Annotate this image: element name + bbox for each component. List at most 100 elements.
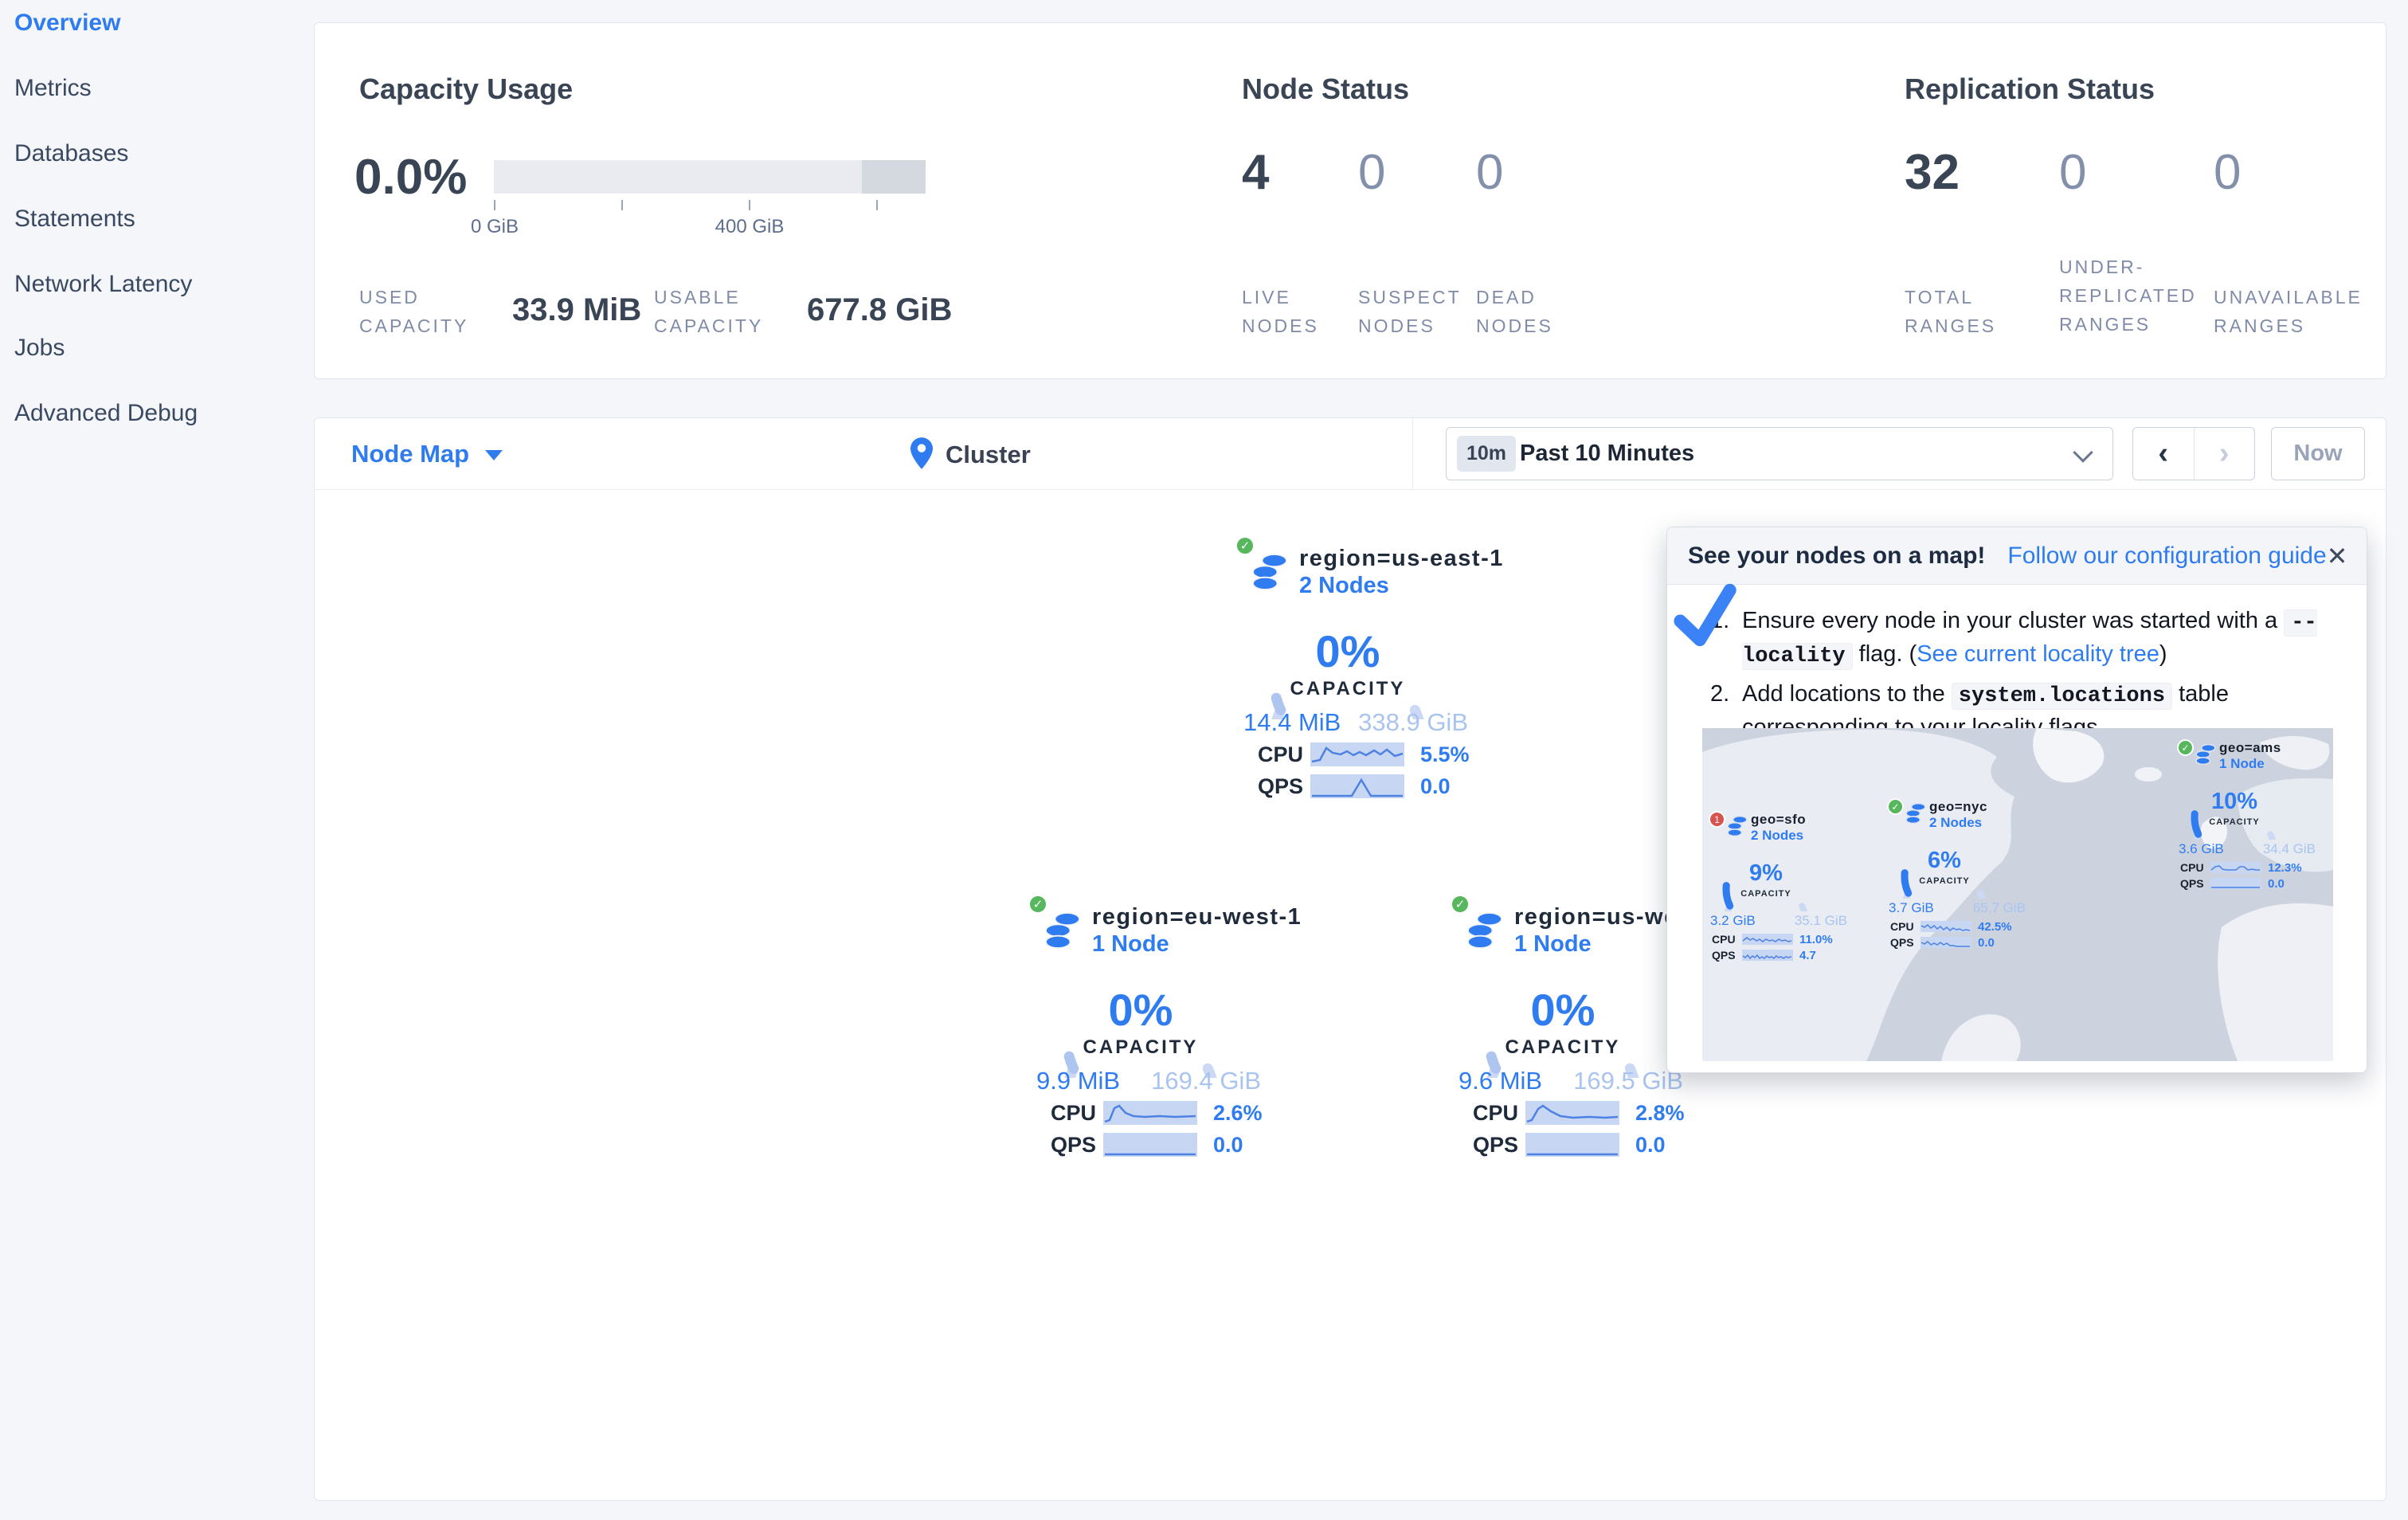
region-label: geo=ams <box>2219 740 2281 755</box>
qps-sparkline <box>2210 878 2261 889</box>
capacity-label: CAPACITY <box>1083 1036 1199 1058</box>
qps-row: QPS 0.0 <box>2180 876 2322 891</box>
usable-capacity-label: USABLE CAPACITY <box>654 287 764 336</box>
axis-tick <box>876 200 878 210</box>
region-nodes-label: 2 Nodes <box>1929 815 1983 830</box>
axis-tick <box>621 200 623 210</box>
qps-value: 0.0 <box>2268 876 2285 891</box>
region-nodes-link[interactable]: 2 Nodes <box>1299 573 1389 599</box>
capacity-label: CAPACITY <box>1919 876 1970 886</box>
healthy-check-badge: ✓ <box>1451 895 1470 914</box>
axis-tick-label: 0 GiB <box>470 216 519 237</box>
chevron-down-icon <box>2073 442 2093 463</box>
capacity-bar-other-segment <box>862 160 926 194</box>
cpu-label: CPU <box>2180 861 2204 874</box>
cpu-label: CPU <box>1712 933 1736 946</box>
cpu-label: CPU <box>1890 920 1914 933</box>
configuration-guide-link[interactable]: Follow our configuration guide <box>2007 543 2326 570</box>
sidebar-item-advanced-debug[interactable]: Advanced Debug <box>14 400 198 427</box>
sidebar-item-statements[interactable]: Statements <box>14 206 135 233</box>
total-ranges-label: TOTAL RANGES <box>1905 287 1997 336</box>
region-nodes-link[interactable]: 1 Node <box>1092 931 1169 958</box>
cpu-row: CPU 42.5% <box>1890 919 2032 934</box>
qps-sparkline <box>1742 950 1793 961</box>
preview-region-geo-sfo: 1 geo=sfo 2 Nodes 9% CAPACITY 3.2 GiB 35… <box>1709 811 1854 966</box>
cpu-value: 2.8% <box>1635 1100 1685 1125</box>
used-capacity-label: USED CAPACITY <box>359 287 469 336</box>
dead-nodes-count: 0 <box>1476 145 1504 200</box>
qps-label: QPS <box>1258 774 1304 798</box>
sidebar-item-jobs[interactable]: Jobs <box>14 335 65 362</box>
used-capacity: 9.6 MiB <box>1459 1067 1543 1095</box>
qps-row: QPS 0.0 <box>1890 934 2032 950</box>
time-range-label: Past 10 Minutes <box>1520 441 1695 466</box>
capacity-gauge: 9% CAPACITY <box>1720 848 1812 966</box>
node-status-title: Node Status <box>1242 72 1410 105</box>
total-capacity: 65.7 GiB <box>1972 900 2026 915</box>
view-mode-dropdown[interactable]: Node Map <box>351 440 503 468</box>
sidebar-item-overview[interactable]: Overview <box>14 10 120 37</box>
cpu-label: CPU <box>1473 1100 1519 1125</box>
unavailable-count: 0 <box>2214 145 2242 200</box>
cpu-sparkline <box>1921 921 1971 932</box>
cpu-label: CPU <box>1258 742 1304 766</box>
locality-tree-link[interactable]: See current locality tree <box>1917 641 2159 667</box>
total-capacity: 169.5 GiB <box>1573 1067 1683 1095</box>
cpu-row: CPU 2.6% <box>1051 1099 1275 1127</box>
db-console-overview-page: Overview Metrics Databases Statements Ne… <box>0 0 2408 1520</box>
qps-row: QPS 0.0 <box>1051 1130 1275 1159</box>
qps-row: QPS 0.0 <box>1258 772 1482 801</box>
database-icon <box>1251 554 1288 594</box>
qps-sparkline <box>1103 1133 1197 1157</box>
healthy-check-badge: ✓ <box>2177 739 2194 756</box>
axis-tick <box>749 200 750 210</box>
cpu-sparkline <box>1742 934 1793 945</box>
system-locations-code: system.locations <box>1951 683 2173 710</box>
capacity-percent: 0% <box>1530 985 1596 1035</box>
capacity-percent: 10% <box>2210 789 2258 814</box>
breadcrumb-cluster: Cluster <box>946 441 1031 468</box>
region-nodes-label: 2 Nodes <box>1751 828 1804 843</box>
axis-tick <box>494 200 495 210</box>
cpu-value: 42.5% <box>1978 919 2012 934</box>
suspect-nodes-label: SUSPECT NODES <box>1358 287 1462 336</box>
capacity-label: CAPACITY <box>1505 1036 1621 1058</box>
preview-region-geo-nyc: ✓ geo=nyc 2 Nodes 6% CAPACITY 3.7 GiB 65… <box>1887 798 2032 954</box>
healthy-check-badge: ✓ <box>1235 536 1255 555</box>
time-prev-button[interactable]: ‹ <box>2133 428 2195 480</box>
map-region-us-west-1: ✓ region=us-west-1 1 Node 0% CAPACITY 9.… <box>1451 895 1723 1169</box>
sidebar-item-network-latency[interactable]: Network Latency <box>14 271 192 298</box>
time-step-buttons: ‹ › <box>2132 427 2255 480</box>
step-text: Add locations to the <box>1742 681 1952 707</box>
used-capacity-value: 33.9 MiB <box>512 292 642 327</box>
sidebar-item-metrics[interactable]: Metrics <box>14 75 92 102</box>
blue-check-mark <box>1674 583 1737 647</box>
now-button[interactable]: Now <box>2271 427 2365 480</box>
qps-sparkline <box>1525 1133 1619 1157</box>
region-label: region=us-east-1 <box>1299 546 1504 571</box>
cpu-sparkline <box>2210 862 2261 873</box>
database-icon <box>1905 802 1926 828</box>
time-range-dropdown[interactable]: 10m Past 10 Minutes <box>1446 427 2113 480</box>
qps-value: 0.0 <box>1213 1132 1243 1157</box>
close-icon[interactable]: ✕ <box>2327 541 2348 571</box>
sidebar-item-databases[interactable]: Databases <box>14 140 128 167</box>
total-capacity: 338.9 GiB <box>1358 708 1468 736</box>
used-capacity: 3.6 GiB <box>2179 841 2224 856</box>
region-nodes-link[interactable]: 1 Node <box>1514 931 1592 958</box>
capacity-percent: 9% <box>1749 860 1783 886</box>
cpu-value: 2.6% <box>1213 1100 1263 1125</box>
cpu-value: 5.5% <box>1420 742 1470 766</box>
location-pin-icon <box>910 437 933 473</box>
qps-label: QPS <box>1473 1132 1519 1157</box>
qps-label: QPS <box>1890 936 1914 949</box>
used-capacity: 3.7 GiB <box>1889 900 1934 915</box>
time-next-button[interactable]: › <box>2195 428 2255 480</box>
database-icon <box>2195 743 2216 769</box>
qps-label: QPS <box>1051 1132 1097 1157</box>
suspect-nodes-count: 0 <box>1358 145 1386 200</box>
sidebar: Overview Metrics Databases Statements Ne… <box>0 0 314 1520</box>
step-1: 1. Ensure every node in your cluster was … <box>1710 605 2347 672</box>
qps-value: 0.0 <box>1420 774 1451 798</box>
dead-nodes-label: DEAD NODES <box>1476 287 1553 336</box>
